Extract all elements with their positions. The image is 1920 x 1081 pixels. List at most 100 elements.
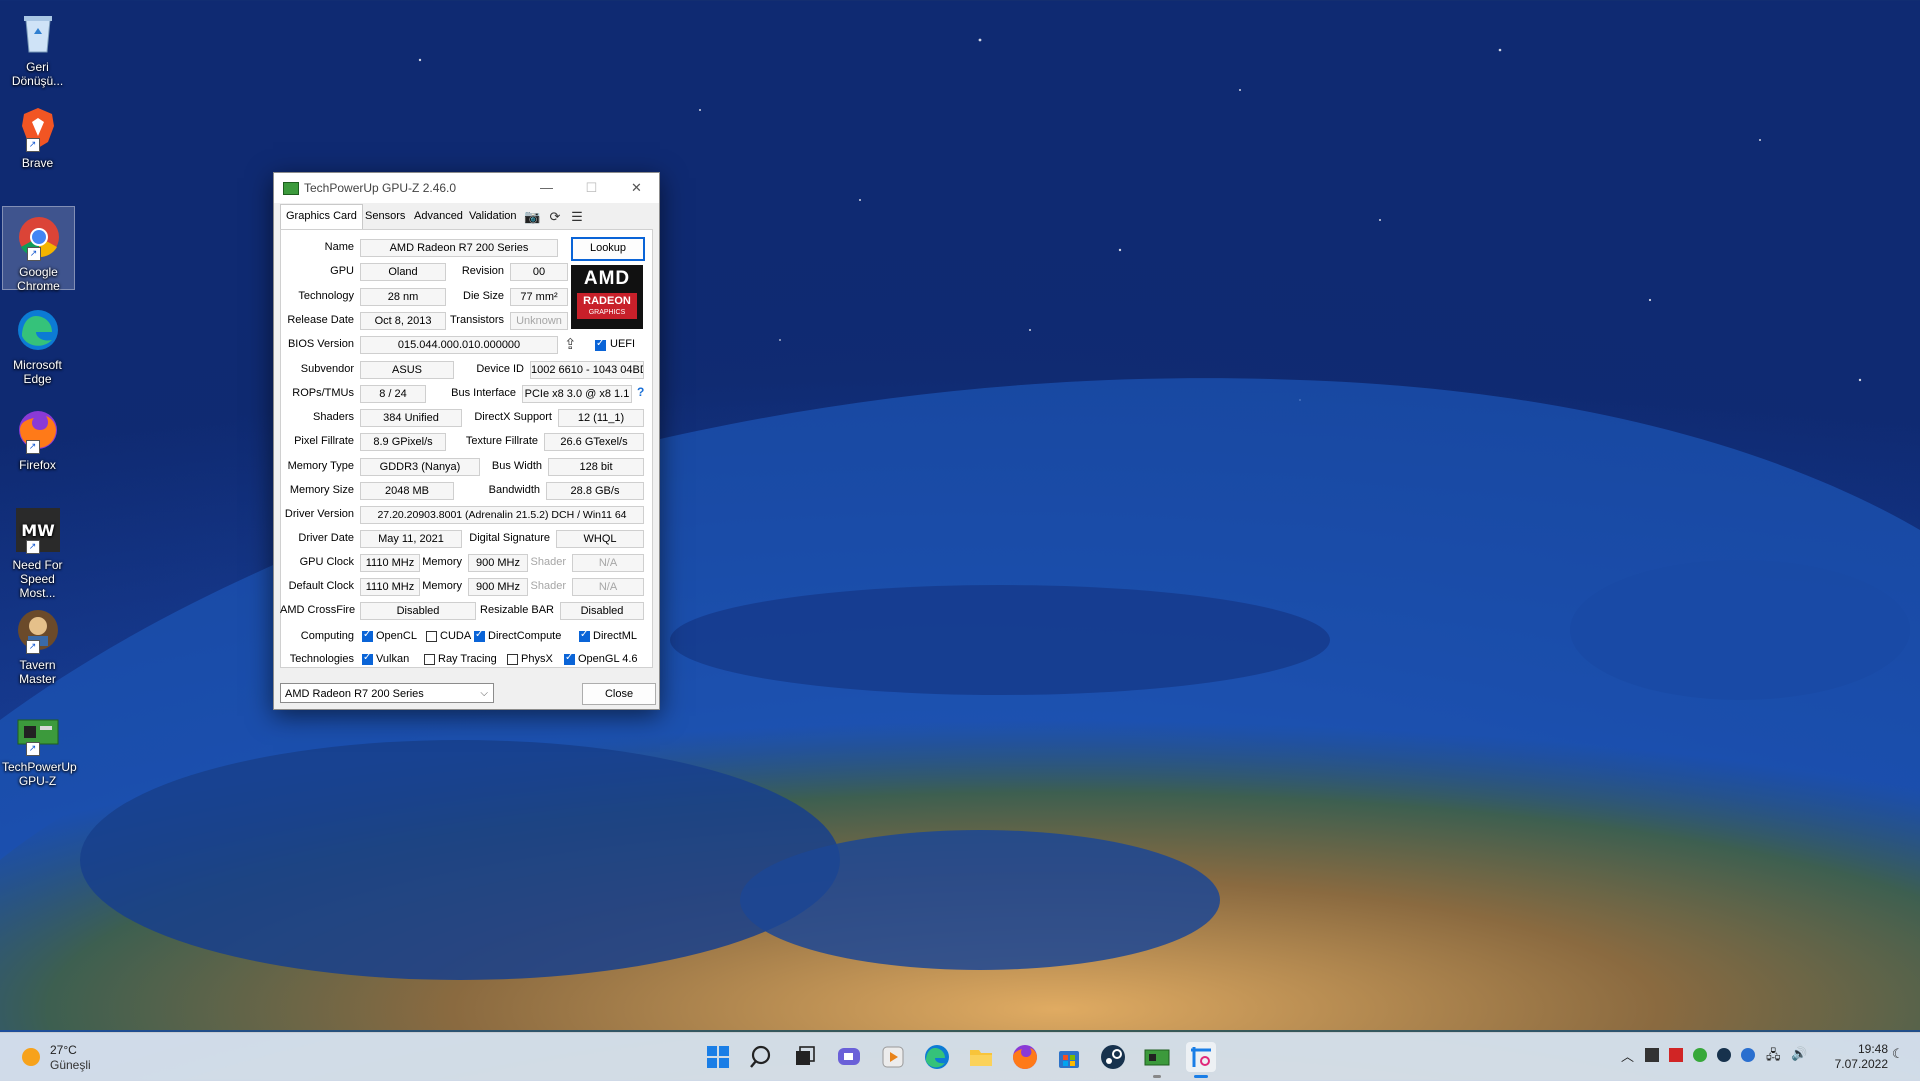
card-select-dropdown[interactable]: AMD Radeon R7 200 Series ⌵ — [280, 683, 494, 703]
desktop-icon-brave[interactable]: ↗ Brave — [2, 98, 73, 178]
directml-checkbox[interactable] — [579, 629, 590, 642]
media-button[interactable] — [878, 1042, 908, 1072]
resizable-bar-label: Resizable BAR — [480, 604, 554, 616]
active-indicator — [1194, 1075, 1208, 1078]
firefox-taskbar-button[interactable] — [1010, 1042, 1040, 1072]
pixel-fillrate-label: Pixel Fillrate — [294, 435, 354, 447]
svg-text:MW: MW — [21, 521, 55, 540]
opengl-checkbox[interactable] — [564, 652, 575, 665]
uefi-checkbox[interactable] — [595, 338, 606, 351]
steam-tray-icon[interactable] — [1717, 1048, 1731, 1062]
memory-type-label: Memory Type — [287, 460, 354, 472]
weather-widget[interactable]: 27°C Güneşli — [18, 1041, 128, 1073]
physx-checkbox[interactable] — [507, 654, 518, 665]
bios-version-value: 015.044.000.010.000000 — [360, 336, 558, 354]
bus-help-icon[interactable]: ? — [637, 385, 644, 399]
steam-icon — [1101, 1045, 1125, 1069]
close-window-button[interactable]: ✕ — [614, 173, 659, 203]
revision-label: Revision — [461, 265, 504, 277]
technology-value: 28 nm — [360, 288, 446, 306]
volume-icon[interactable]: 🔊 — [1791, 1046, 1807, 1062]
shortcut-arrow-icon: ↗ — [25, 540, 40, 554]
default-clock-shader-label: Shader — [530, 580, 566, 592]
tray-app-icon-4[interactable] — [1741, 1048, 1755, 1062]
computing-label: Computing — [300, 630, 354, 642]
desktop-icon-label: Microsoft Edge — [13, 358, 62, 386]
gpu-clock-shader-value: N/A — [572, 554, 644, 572]
shortcut-arrow-icon: ↗ — [25, 640, 40, 654]
close-button[interactable]: Close — [582, 683, 656, 705]
steam-button[interactable] — [1098, 1042, 1128, 1072]
tab-graphics-card[interactable]: Graphics Card — [280, 204, 363, 229]
lookup-button[interactable]: Lookup — [571, 237, 645, 261]
gpu-clock-label: GPU Clock — [299, 556, 354, 568]
menu-icon[interactable]: ☰ — [569, 210, 585, 224]
snipping-tool-button[interactable] — [1186, 1042, 1216, 1078]
show-hidden-icons[interactable]: ︿ — [1621, 1046, 1634, 1065]
directcompute-checkbox[interactable] — [474, 629, 485, 642]
refresh-icon[interactable]: ⟳ — [547, 210, 563, 224]
shortcut-arrow-icon: ↗ — [26, 247, 41, 261]
tab-sensors[interactable]: Sensors — [360, 206, 410, 226]
minimize-button[interactable]: — — [524, 173, 569, 203]
file-explorer-button[interactable] — [966, 1042, 996, 1072]
technologies-label: Technologies — [289, 653, 354, 665]
tab-bar: Graphics Card Sensors Advanced Validatio… — [274, 203, 659, 229]
firefox-icon: ↗ — [14, 406, 62, 454]
tab-advanced[interactable]: Advanced — [409, 206, 468, 226]
weather-condition: Güneşli — [50, 1058, 91, 1072]
desktop-icon-tavern-master[interactable]: ↗ Tavern Master — [2, 600, 73, 686]
ray-tracing-checkbox[interactable] — [424, 654, 435, 665]
store-button[interactable] — [1054, 1042, 1084, 1072]
tab-validation[interactable]: Validation — [464, 206, 522, 226]
network-icon[interactable]: 🖧 — [1766, 1046, 1781, 1068]
desktop-icon-chrome[interactable]: ↗ Google Chrome — [2, 206, 75, 293]
gpuz-taskbar-button[interactable] — [1142, 1042, 1172, 1078]
memory-size-label: Memory Size — [289, 484, 354, 496]
edge-icon — [925, 1045, 949, 1069]
cuda-checkbox[interactable] — [426, 631, 437, 642]
desktop-icon-gpuz[interactable]: ↗ TechPowerUp GPU-Z — [2, 702, 77, 788]
tray-app-icon-1[interactable] — [1645, 1048, 1659, 1062]
bandwidth-label: Bandwidth — [488, 484, 540, 496]
tavern-master-icon: ↗ — [14, 606, 62, 654]
recycle-bin-icon — [14, 8, 62, 56]
gpu-clock-memory-value: 900 MHz — [468, 554, 528, 572]
cuda-label: CUDA — [440, 630, 472, 642]
edge-taskbar-button[interactable] — [922, 1042, 952, 1072]
memory-type-value: GDDR3 (Nanya) — [360, 458, 480, 476]
technology-label: Technology — [298, 290, 354, 302]
shortcut-arrow-icon: ↗ — [25, 138, 40, 152]
media-icon — [882, 1046, 904, 1068]
chrome-icon: ↗ — [15, 213, 63, 261]
opencl-checkbox[interactable] — [362, 629, 373, 642]
task-view-button[interactable] — [790, 1042, 820, 1072]
camera-icon[interactable]: 📷 — [524, 210, 540, 224]
maximize-button[interactable]: ☐ — [569, 173, 614, 203]
start-button[interactable] — [703, 1042, 733, 1072]
desktop-icon-label: Need For Speed Most... — [12, 558, 63, 600]
gpu-clock-memory-label: Memory — [422, 556, 462, 568]
chat-button[interactable] — [834, 1042, 864, 1072]
default-clock-memory-value: 900 MHz — [468, 578, 528, 596]
clock[interactable]: 19:48 7.07.2022 — [1818, 1042, 1888, 1072]
driver-version-label: Driver Version — [284, 508, 354, 520]
desktop-icon-label: Geri Dönüşü... — [11, 60, 64, 88]
title-bar[interactable]: TechPowerUp GPU-Z 2.46.0 — ☐ ✕ — [274, 173, 659, 203]
crossfire-label: AMD CrossFire — [280, 604, 356, 616]
desktop-icon-recycle-bin[interactable]: Geri Dönüşü... — [2, 2, 73, 90]
tray-app-icon-2[interactable] — [1669, 1048, 1683, 1062]
notifications-icon[interactable]: ☾ — [1892, 1046, 1904, 1062]
tray-app-icon-3[interactable] — [1693, 1048, 1707, 1062]
clock-time: 19:48 — [1857, 1042, 1888, 1056]
desktop-icon-nfs[interactable]: MW ↗ Need For Speed Most... — [2, 500, 73, 600]
rops-tmus-label: ROPs/TMUs — [292, 387, 354, 399]
desktop-icon-edge[interactable]: Microsoft Edge — [2, 300, 73, 386]
snipping-tool-icon — [1191, 1047, 1211, 1067]
search-button[interactable] — [747, 1042, 777, 1072]
desktop-icon-firefox[interactable]: ↗ Firefox — [2, 400, 73, 476]
bandwidth-value: 28.8 GB/s — [546, 482, 644, 500]
share-icon[interactable]: ⇪ — [564, 335, 577, 353]
shaders-value: 384 Unified — [360, 409, 462, 427]
vulkan-checkbox[interactable] — [362, 652, 373, 665]
